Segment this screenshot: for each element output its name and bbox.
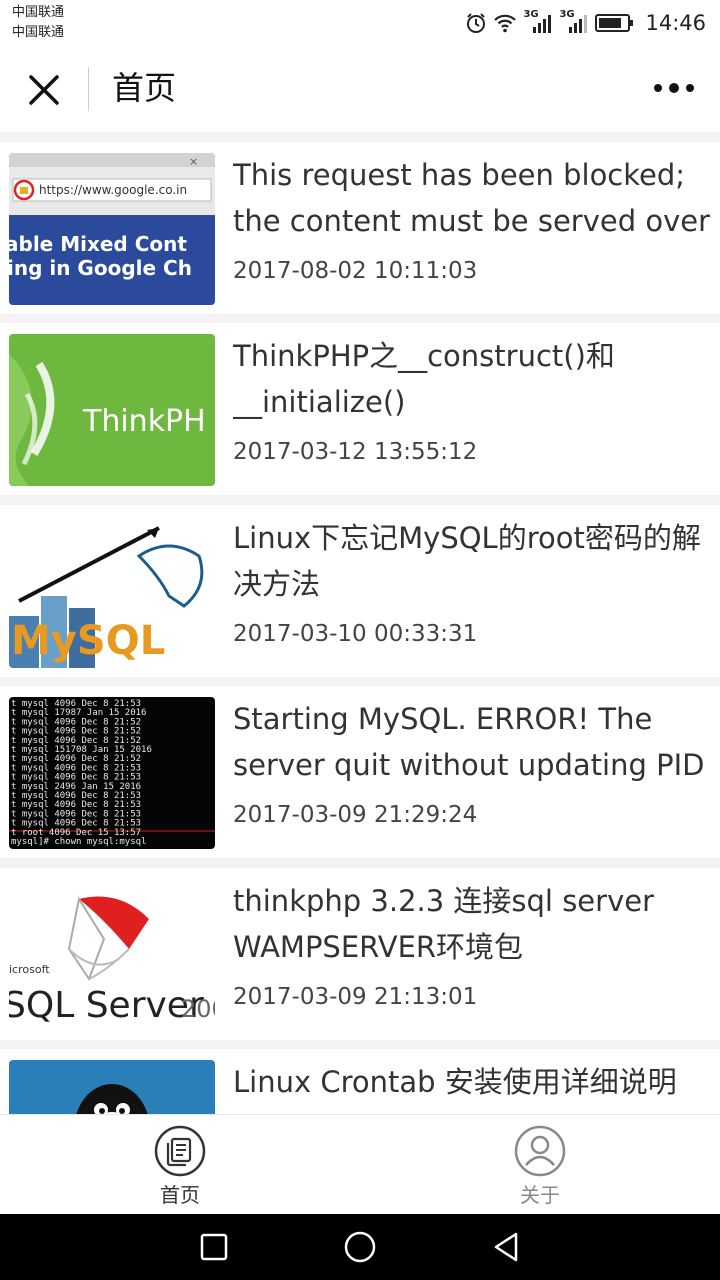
article-title: ThinkPHP之__construct()和__initialize(): [233, 339, 615, 419]
article-thumbnail: [9, 1060, 215, 1114]
thumb-url-text: https://www.google.co.in: [39, 183, 187, 197]
list-item[interactable]: × https://www.google.co.in able Mixed Co…: [0, 142, 720, 314]
thumb-brand: icrosoft: [9, 963, 50, 976]
tab-home-label: 首页: [160, 1183, 200, 1207]
list-item[interactable]: Linux Crontab 安装使用详细说明: [0, 1049, 720, 1114]
more-icon: [654, 83, 694, 93]
thumb-version: 200: [181, 995, 215, 1023]
article-title: This request has been blocked; the conte…: [233, 158, 711, 238]
article-title: thinkphp 3.2.3 连接sql server WAMPSERVER环境…: [233, 884, 654, 964]
svg-text:×: ×: [189, 155, 198, 168]
clock: 14:46: [645, 11, 706, 35]
carrier-label-1: 中国联通: [12, 5, 65, 20]
article-title: Starting MySQL. ERROR! The server quit w…: [233, 702, 705, 782]
tab-about-label: 关于: [520, 1183, 560, 1207]
bottom-tab-bar: 首页 关于: [0, 1114, 720, 1215]
thumb-product: SQL Server: [9, 985, 204, 1026]
signal-3g-icon-1: 3G: [523, 9, 553, 35]
close-button[interactable]: [24, 70, 64, 110]
article-date: 2017-03-09 21:13:01: [233, 984, 478, 1010]
user-icon: [514, 1125, 566, 1177]
network-type-2: 3G: [559, 9, 575, 20]
thumb-caption-1: able Mixed Cont: [9, 232, 187, 256]
triangle-back-icon[interactable]: [490, 1230, 524, 1264]
list-item[interactable]: MySQL Linux下忘记MySQL的root密码的解决方法 2017-03-…: [0, 505, 720, 677]
circle-icon[interactable]: [343, 1230, 377, 1264]
square-icon[interactable]: [197, 1230, 231, 1264]
article-date: 2017-08-02 10:11:03: [233, 258, 478, 284]
network-type-1: 3G: [523, 9, 539, 20]
carrier-label-2: 中国联通: [12, 25, 65, 40]
thumb-logo-text: ThinkPH: [82, 404, 206, 439]
more-options-button[interactable]: [650, 76, 698, 100]
thumb-logo-text: MySQL: [11, 618, 165, 664]
thumb-caption-2: ing in Google Ch: [9, 256, 192, 280]
article-title: Linux下忘记MySQL的root密码的解决方法: [233, 521, 701, 601]
tab-home[interactable]: 首页: [90, 1115, 270, 1215]
list-item[interactable]: ThinkPH ThinkPHP之__construct()和__initial…: [0, 323, 720, 495]
close-icon: [29, 75, 59, 105]
article-thumbnail: MySQL: [9, 516, 215, 668]
article-date: 2017-03-09 21:29:24: [233, 802, 478, 828]
system-navigation-bar: [0, 1214, 720, 1280]
list-item[interactable]: t mysql 4096 Dec 8 21:53 t mysql 17987 Ja…: [0, 686, 720, 858]
article-title: Linux Crontab 安装使用详细说明: [233, 1065, 677, 1099]
document-icon: [154, 1125, 206, 1177]
nav-divider: [88, 67, 89, 111]
tab-about[interactable]: 关于: [450, 1115, 630, 1215]
top-nav-bar: 首页: [0, 46, 720, 132]
status-bar: 中国联通 中国联通 3G 3G 14:46: [0, 0, 720, 46]
terminal-line: mysql]# chown mysql:mysql: [11, 837, 146, 847]
status-icons: 3G 3G 14:46: [465, 8, 706, 38]
article-list[interactable]: × https://www.google.co.in able Mixed Co…: [0, 132, 720, 1114]
article-date: 2017-03-10 00:33:31: [233, 621, 478, 647]
article-thumbnail: ThinkPH: [9, 334, 215, 486]
wifi-icon: [494, 14, 517, 33]
list-item[interactable]: icrosoft SQL Server 200 thinkphp 3.2.3 连…: [0, 868, 720, 1040]
page-title: 首页: [112, 69, 177, 107]
article-thumbnail: t mysql 4096 Dec 8 21:53 t mysql 17987 Ja…: [9, 697, 215, 849]
article-thumbnail: icrosoft SQL Server 200: [9, 879, 215, 1031]
alarm-icon: [467, 13, 486, 33]
article-date: 2017-03-12 13:55:12: [233, 439, 478, 465]
battery-icon: [595, 14, 634, 32]
signal-3g-icon-2: 3G: [559, 9, 589, 35]
article-thumbnail: × https://www.google.co.in able Mixed Co…: [9, 153, 215, 305]
